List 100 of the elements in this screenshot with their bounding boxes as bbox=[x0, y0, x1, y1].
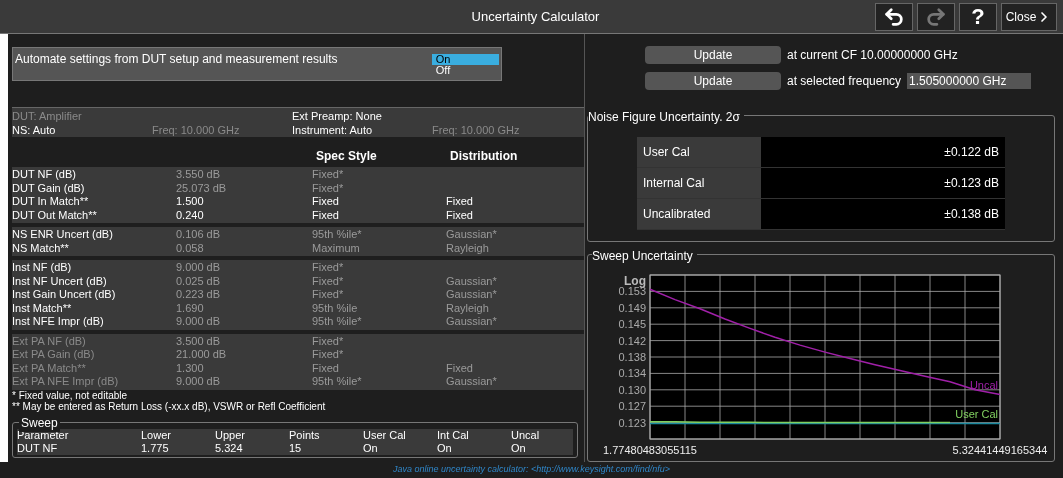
sweep-cell[interactable]: DUT NF bbox=[17, 441, 141, 455]
parameter-name: DUT Gain (dB) bbox=[12, 181, 86, 195]
uncertainty-label: User Cal bbox=[637, 136, 761, 167]
parameter-value[interactable]: 0.106 dB bbox=[176, 228, 312, 242]
uncertainty-value: ±0.122 dB bbox=[761, 136, 1005, 167]
uncertainty-label: Internal Cal bbox=[637, 167, 761, 198]
y-tick-label: 0.127 bbox=[618, 400, 646, 413]
parameter-value[interactable]: 9.000 dB bbox=[176, 261, 312, 275]
sweep-cell[interactable]: On bbox=[511, 441, 573, 455]
parameter-name: DUT In Match** bbox=[12, 195, 90, 209]
undo-icon bbox=[883, 5, 905, 28]
update-label: at selected frequency bbox=[787, 73, 902, 90]
spec-style[interactable]: Fixed* bbox=[312, 274, 446, 288]
automate-label: Automate settings from DUT setup and measurement results bbox=[15, 51, 339, 68]
update-label: at current CF 10.00000000 GHz bbox=[787, 47, 958, 64]
sweep-column-header: User Cal bbox=[363, 428, 407, 442]
spec-style[interactable]: Fixed* bbox=[312, 288, 446, 302]
list-option[interactable]: Off bbox=[431, 65, 499, 76]
parameter-value[interactable]: 0.025 dB bbox=[176, 274, 312, 288]
footer-link[interactable]: Java online uncertainty calculator: <http://www.keysight.com/find/nfu> bbox=[392, 463, 671, 477]
series-label: Uncal bbox=[969, 379, 998, 392]
parameter-name: Inst NF Uncert (dB) bbox=[12, 274, 108, 288]
setup-info: NS: Auto bbox=[12, 123, 57, 137]
close-button[interactable]: Close bbox=[1001, 2, 1057, 31]
sweep-cell[interactable]: 1.775 bbox=[141, 441, 215, 455]
redo-icon bbox=[925, 5, 947, 28]
sweep-column-header: Uncal bbox=[511, 428, 541, 442]
footnote: ** May be entered as Return Loss (-xx.x dB), VSWR or Refl Coefficient bbox=[12, 400, 327, 412]
help-button[interactable]: ? bbox=[959, 2, 997, 31]
parameter-value[interactable]: 9.000 dB bbox=[176, 315, 312, 329]
parameter-value[interactable]: 25.073 dB bbox=[176, 181, 312, 195]
x-tick-label: 1.77480483055115 bbox=[603, 444, 697, 456]
parameter-value[interactable]: 3.550 dB bbox=[176, 168, 312, 182]
setup-info: Instrument: Auto bbox=[292, 123, 374, 137]
spec-style[interactable]: Fixed* bbox=[312, 261, 446, 275]
parameter-name: NS Match** bbox=[12, 241, 70, 255]
frequency-field[interactable]: 1.505000000 GHz bbox=[907, 73, 1032, 89]
parameter-value[interactable]: 1.690 bbox=[176, 301, 312, 315]
setup-info: DUT: Amplifier bbox=[12, 110, 83, 124]
spec-style[interactable]: Fixed bbox=[312, 208, 446, 222]
setup-info: Freq: 10.000 GHz bbox=[152, 123, 241, 137]
column-header: Distribution bbox=[449, 148, 519, 165]
y-tick-label: 0.149 bbox=[618, 301, 646, 314]
uncertainty-value: ±0.123 dB bbox=[761, 167, 1005, 198]
column-header: Spec Style bbox=[315, 148, 378, 165]
parameter-name: Inst NF (dB) bbox=[12, 261, 73, 275]
sweep-cell[interactable]: 5.324 bbox=[215, 441, 289, 455]
y-tick-label: 0.142 bbox=[618, 334, 646, 347]
parameter-name: Ext PA NFE Impr (dB) bbox=[12, 375, 120, 389]
window-title: Uncertainty Calculator bbox=[470, 7, 601, 26]
distribution[interactable]: Fixed bbox=[446, 208, 584, 222]
distribution[interactable]: Gaussian* bbox=[446, 315, 584, 329]
list-option[interactable]: On bbox=[431, 54, 499, 65]
sweep-column-header: Lower bbox=[141, 428, 172, 442]
spec-style[interactable]: Fixed* bbox=[312, 168, 446, 182]
distribution[interactable]: Gaussian* bbox=[446, 274, 584, 288]
y-tick-label: 0.138 bbox=[618, 351, 646, 363]
y-axis-label: Log bbox=[624, 274, 646, 288]
distribution[interactable]: Rayleigh bbox=[446, 241, 584, 255]
parameter-name: DUT NF (dB) bbox=[12, 168, 77, 182]
distribution[interactable]: Gaussian* bbox=[446, 288, 584, 302]
update-button[interactable]: Update bbox=[645, 72, 781, 90]
parameter-name: Inst NFE Impr (dB) bbox=[12, 315, 105, 329]
parameter-name: Inst Match** bbox=[12, 301, 73, 315]
parameter-value[interactable]: 0.240 bbox=[176, 208, 312, 222]
spec-style[interactable]: Fixed* bbox=[312, 181, 446, 195]
y-tick-label: 0.145 bbox=[618, 318, 646, 331]
parameter-name: Ext PA Gain (dB) bbox=[12, 348, 96, 362]
uncertainty-value: ±0.138 dB bbox=[761, 198, 1005, 229]
distribution[interactable]: Gaussian* bbox=[446, 228, 584, 242]
distribution[interactable]: Rayleigh bbox=[446, 301, 584, 315]
spec-style[interactable]: Maximum bbox=[312, 241, 446, 255]
undo-button[interactable] bbox=[875, 2, 913, 31]
setup-info: Ext Preamp: None bbox=[292, 110, 383, 124]
y-tick-label: 0.134 bbox=[618, 367, 646, 380]
parameter-name: DUT Out Match** bbox=[12, 208, 98, 222]
spec-style[interactable]: Fixed bbox=[312, 195, 446, 209]
spec-style[interactable]: 95th %ile* bbox=[312, 228, 446, 242]
uncertainty-label: Uncalibrated bbox=[637, 198, 761, 229]
parameter-name: Ext PA NF (dB) bbox=[12, 334, 87, 348]
parameter-name: NS ENR Uncert (dB) bbox=[12, 228, 114, 242]
update-button[interactable]: Update bbox=[645, 46, 781, 64]
x-tick-label: 5.32441449165344 bbox=[952, 444, 1048, 456]
y-tick-label: 0.130 bbox=[618, 383, 646, 396]
sweep-cell[interactable]: 15 bbox=[289, 441, 363, 455]
sweep-column-header: Int Cal bbox=[437, 428, 470, 442]
footnote: * Fixed value, not editable bbox=[12, 389, 129, 401]
distribution[interactable]: Fixed bbox=[446, 195, 584, 209]
on-off-list[interactable]: On Off bbox=[431, 50, 499, 80]
parameter-name: Ext PA Match** bbox=[12, 361, 87, 375]
sweep-cell[interactable]: On bbox=[363, 441, 437, 455]
series-label: User Cal bbox=[955, 407, 998, 420]
sweep-cell[interactable]: On bbox=[437, 441, 511, 455]
parameter-value[interactable]: 0.058 bbox=[176, 241, 312, 255]
parameter-value[interactable]: 0.223 dB bbox=[176, 288, 312, 302]
spec-style[interactable]: 95th %ile* bbox=[312, 315, 446, 329]
spec-style[interactable]: 95th %ile bbox=[312, 301, 446, 315]
setup-info: Freq: 10.000 GHz bbox=[432, 123, 521, 137]
parameter-value[interactable]: 1.500 bbox=[176, 195, 312, 209]
sweep-column-header: Points bbox=[289, 428, 321, 442]
